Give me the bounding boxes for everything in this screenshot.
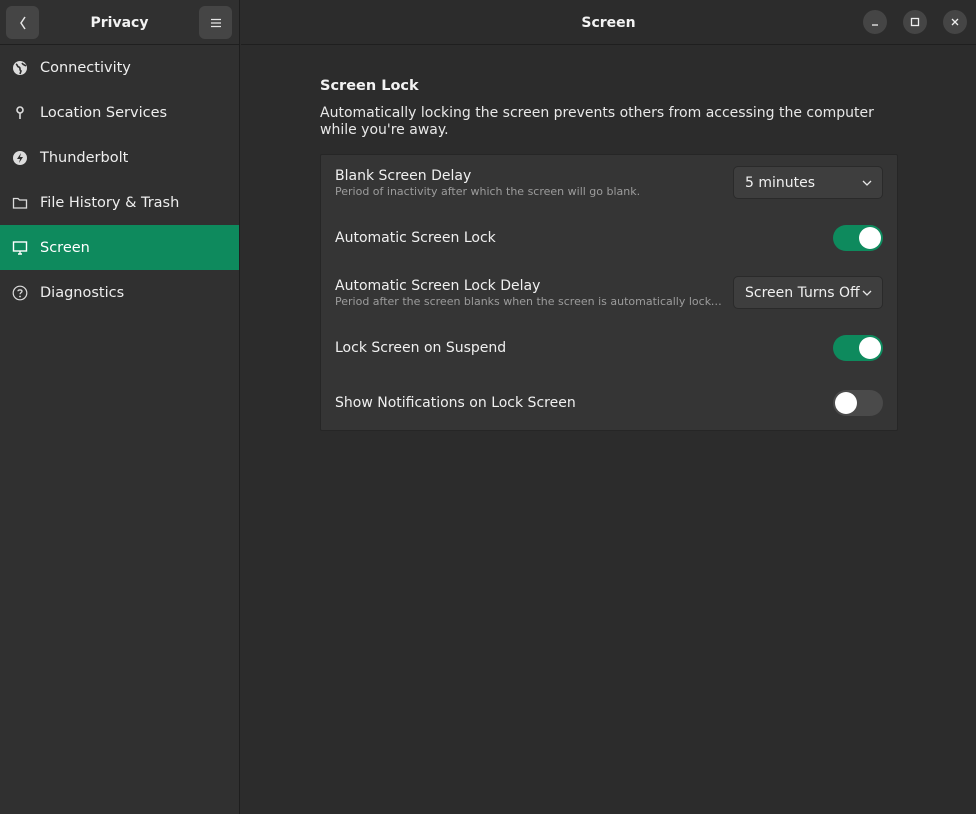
sidebar-item-label: Diagnostics — [40, 284, 125, 301]
section-description: Automatically locking the screen prevent… — [320, 105, 874, 138]
sidebar-item-label: Screen — [40, 239, 90, 256]
sidebar-item-screen[interactable]: Screen — [0, 225, 239, 270]
chevron-down-icon — [862, 290, 872, 296]
close-button[interactable] — [943, 10, 967, 34]
show-notifications-on-lock-screen-row: Show Notifications on Lock Screen — [321, 375, 897, 430]
screen-lock-section: Screen Lock Automatically locking the sc… — [320, 78, 898, 431]
row-subtitle: Period of inactivity after which the scr… — [335, 184, 641, 198]
automatic-screen-lock-toggle[interactable] — [833, 224, 883, 251]
sidebar: Privacy Connectivity Location Services T… — [0, 0, 240, 814]
row-label: Automatic Screen Lock Delay — [335, 277, 541, 294]
blank-screen-delay-row: Blank Screen Delay Period of inactivity … — [321, 155, 897, 210]
row-text: Automatic Screen Lock Delay Period after… — [335, 278, 723, 308]
minimize-button[interactable] — [863, 10, 887, 34]
maximize-icon — [910, 17, 920, 27]
location-pin-icon — [11, 104, 29, 122]
minimize-icon — [872, 24, 878, 26]
section-title: Screen Lock — [320, 78, 419, 94]
sidebar-item-thunderbolt[interactable]: Thunderbolt — [0, 135, 239, 180]
toggle-knob — [859, 226, 881, 249]
sidebar-nav: Connectivity Location Services Thunderbo… — [0, 45, 239, 315]
sidebar-item-file-history-trash[interactable]: File History & Trash — [0, 180, 239, 225]
sidebar-item-connectivity[interactable]: Connectivity — [0, 45, 239, 90]
close-icon — [951, 18, 959, 26]
row-label: Lock Screen on Suspend — [335, 339, 507, 356]
chevron-down-icon — [862, 180, 872, 186]
globe-icon — [11, 59, 29, 77]
blank-screen-delay-dropdown[interactable]: 5 minutes — [733, 166, 883, 199]
row-label: Show Notifications on Lock Screen — [335, 394, 576, 411]
hamburger-menu-icon — [210, 18, 221, 27]
sidebar-item-label: Location Services — [40, 104, 168, 121]
lock-screen-on-suspend-row: Lock Screen on Suspend — [321, 320, 897, 375]
folder-icon — [11, 194, 29, 212]
sidebar-item-label: File History & Trash — [40, 194, 180, 211]
sidebar-item-location-services[interactable]: Location Services — [0, 90, 239, 135]
maximize-button[interactable] — [903, 10, 927, 34]
thunderbolt-icon — [11, 149, 29, 167]
sidebar-item-label: Thunderbolt — [40, 149, 129, 166]
toggle-knob — [835, 391, 857, 414]
automatic-screen-lock-row: Automatic Screen Lock — [321, 210, 897, 265]
dropdown-value: 5 minutes — [745, 174, 816, 191]
show-notifications-on-lock-screen-toggle[interactable] — [833, 389, 883, 416]
dropdown-value: Screen Turns Off — [745, 284, 860, 301]
sidebar-header: Privacy — [0, 0, 239, 45]
row-label: Blank Screen Delay — [335, 167, 472, 184]
monitor-icon — [11, 239, 29, 257]
sidebar-item-label: Connectivity — [40, 59, 131, 76]
menu-button[interactable] — [199, 6, 232, 39]
automatic-screen-lock-delay-row: Automatic Screen Lock Delay Period after… — [321, 265, 897, 320]
row-subtitle: Period after the screen blanks when the … — [335, 294, 723, 308]
sidebar-item-diagnostics[interactable]: Diagnostics — [0, 270, 239, 315]
main-header: Screen — [241, 0, 976, 45]
lock-screen-on-suspend-toggle[interactable] — [833, 334, 883, 361]
row-text: Blank Screen Delay Period of inactivity … — [335, 168, 723, 198]
help-circle-icon — [11, 284, 29, 302]
automatic-screen-lock-delay-dropdown[interactable]: Screen Turns Off — [733, 276, 883, 309]
settings-list: Blank Screen Delay Period of inactivity … — [320, 154, 898, 431]
toggle-knob — [859, 336, 881, 359]
row-label: Automatic Screen Lock — [335, 229, 496, 246]
